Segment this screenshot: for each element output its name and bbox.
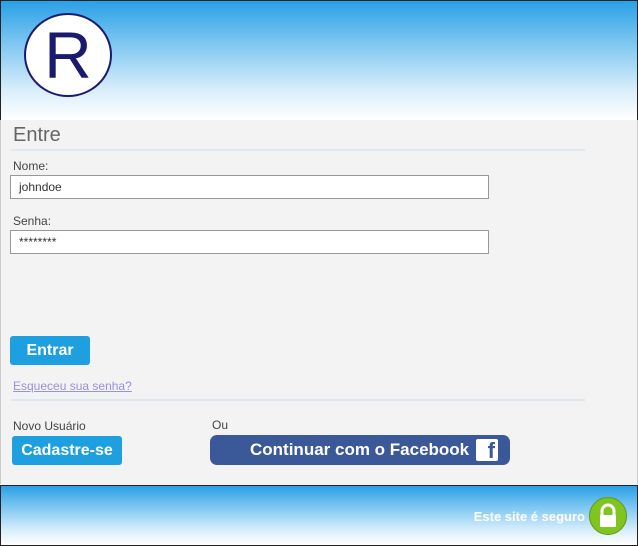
name-input[interactable]: johndoe <box>10 175 489 199</box>
login-button[interactable]: Entrar <box>10 336 90 365</box>
password-input[interactable]: ******** <box>10 230 489 254</box>
site-header: R <box>0 0 638 121</box>
password-label: Senha: <box>13 214 52 228</box>
forgot-password-link[interactable]: Esqueceu sua senha? <box>13 379 132 393</box>
divider <box>11 399 585 401</box>
or-label: Ou <box>212 418 229 432</box>
facebook-icon: f <box>476 439 498 461</box>
logo: R <box>24 13 112 97</box>
divider <box>11 149 585 151</box>
new-user-label: Novo Usuário <box>13 419 86 433</box>
secure-text: Este site é seguro <box>473 509 585 524</box>
page-title: Entre <box>13 124 61 146</box>
logo-letter: R <box>44 18 92 92</box>
site-footer: Este site é seguro <box>0 485 638 546</box>
facebook-button-label: Continuar com o Facebook <box>250 440 470 459</box>
name-label: Nome: <box>13 159 49 173</box>
lock-icon <box>589 497 627 535</box>
facebook-login-button[interactable]: Continuar com o Facebook f <box>210 435 510 465</box>
register-button[interactable]: Cadastre-se <box>12 436 122 465</box>
